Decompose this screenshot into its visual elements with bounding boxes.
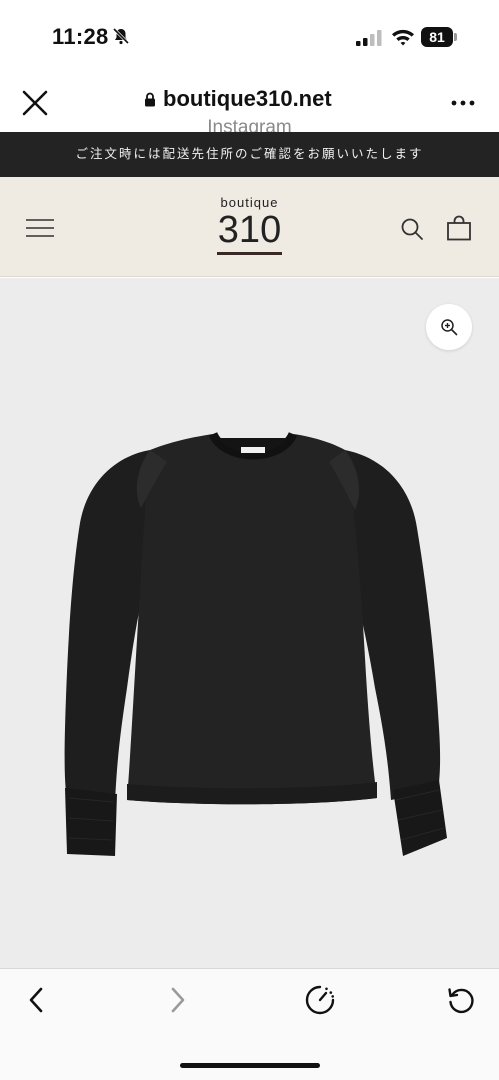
status-time: 11:28 xyxy=(52,24,109,49)
close-icon[interactable] xyxy=(21,89,49,117)
address-field[interactable]: boutique310.net xyxy=(144,86,332,112)
reload-button[interactable] xyxy=(441,983,481,1017)
logo-small-text: boutique xyxy=(220,195,279,210)
site-header: boutique 310 xyxy=(0,177,499,277)
chevron-right-icon xyxy=(171,987,185,1013)
browser-url-bar: boutique310.net Instagram xyxy=(0,72,499,138)
neck-label xyxy=(241,447,265,453)
lock-icon xyxy=(145,92,155,106)
site-logo[interactable]: boutique 310 xyxy=(0,195,499,255)
sweater-body xyxy=(127,434,377,805)
bag-icon[interactable] xyxy=(446,215,472,241)
chevron-left-icon xyxy=(29,987,43,1013)
back-button[interactable] xyxy=(16,983,56,1017)
url-text: boutique310.net xyxy=(163,86,332,111)
home-indicator[interactable] xyxy=(180,1063,320,1068)
logo-big-text: 310 xyxy=(216,210,283,255)
bell-slash-icon xyxy=(112,27,130,45)
product-image[interactable] xyxy=(0,278,499,968)
more-icon[interactable] xyxy=(451,100,475,106)
forward-button[interactable] xyxy=(158,983,198,1017)
signal-icon xyxy=(356,30,382,46)
status-bar: 11:28 81 xyxy=(0,0,499,72)
speedometer-button[interactable] xyxy=(300,983,340,1017)
zoom-icon xyxy=(441,319,458,336)
browser-toolbar xyxy=(0,968,499,1080)
battery-tip xyxy=(454,33,457,41)
battery-level: 81 xyxy=(421,27,453,47)
sweater-image xyxy=(64,431,447,856)
wifi-icon xyxy=(392,29,414,46)
notice-banner: ご注文時には配送先住所のご確認をお願いいたします xyxy=(0,132,499,177)
zoom-button[interactable] xyxy=(426,304,472,350)
battery-indicator: 81 xyxy=(421,27,459,47)
page: 11:28 81 boutique310.net Instagram ご注文時に… xyxy=(0,0,499,1080)
search-icon[interactable] xyxy=(400,217,424,241)
right-cuff xyxy=(393,780,447,856)
reload-icon xyxy=(448,988,474,1014)
speedometer-icon xyxy=(305,985,335,1015)
